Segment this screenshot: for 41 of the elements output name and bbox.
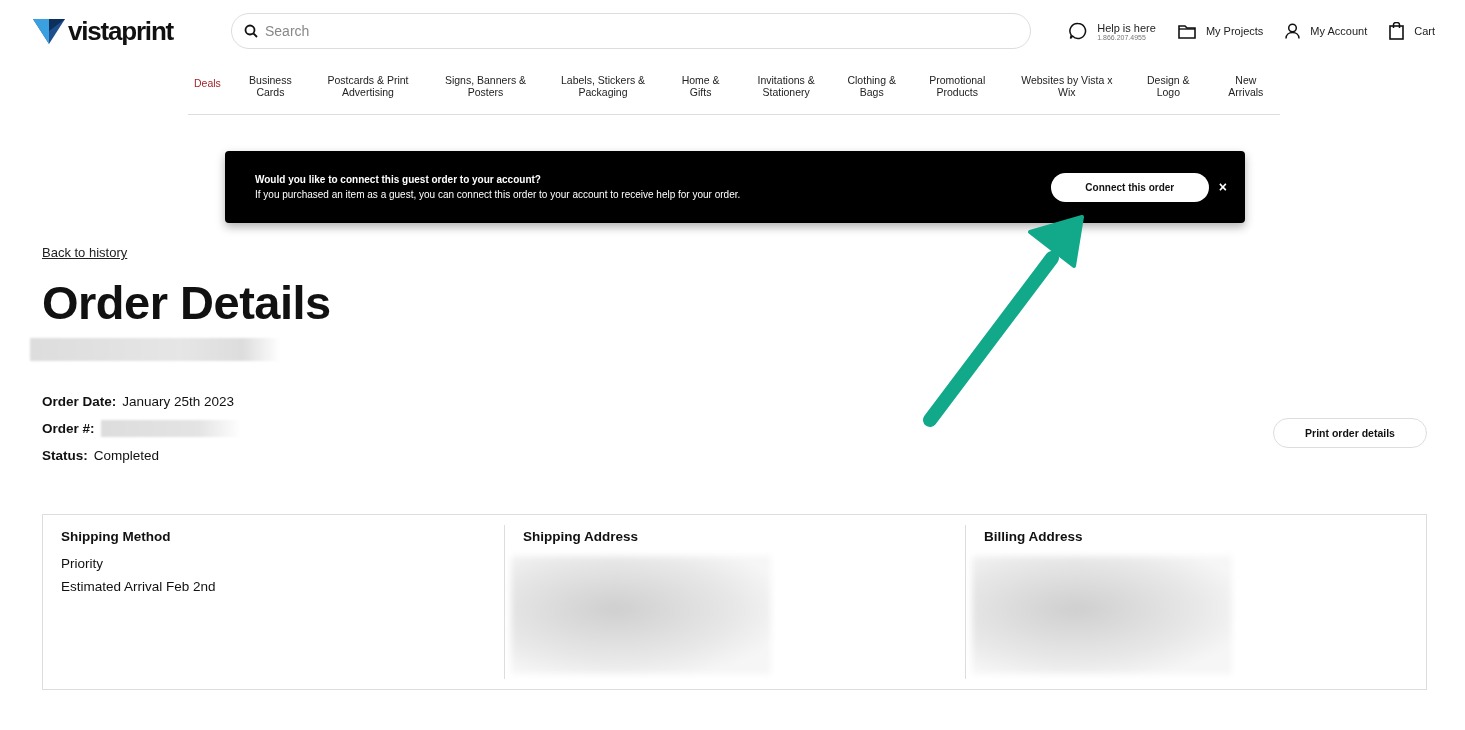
- nav-link[interactable]: Promotional Products: [921, 72, 994, 98]
- nav-link[interactable]: Clothing & Bags: [843, 72, 900, 98]
- folder-icon: [1177, 23, 1196, 39]
- help-link[interactable]: Help is here: [1097, 21, 1156, 34]
- nav-link[interactable]: Websites by Vista x Wix: [1014, 72, 1119, 98]
- section-text: Estimated Arrival Feb 2nd: [61, 579, 217, 594]
- connect-order-button[interactable]: Connect this order: [1050, 172, 1209, 202]
- nav-link[interactable]: Invitations & Stationery: [750, 72, 823, 98]
- section-title: Billing Address: [984, 529, 1084, 544]
- nav-link[interactable]: Signs, Banners & Posters: [437, 72, 534, 98]
- search-field[interactable]: Search: [231, 13, 1031, 49]
- section-text: Priority: [61, 556, 104, 571]
- logo-icon: [33, 17, 65, 45]
- account-link[interactable]: My Account: [1285, 23, 1368, 39]
- back-link[interactable]: Back to history: [42, 245, 128, 260]
- nav-link[interactable]: Home & Gifts: [672, 72, 729, 98]
- field-value: January 25th 2023: [122, 394, 235, 409]
- nav-link[interactable]: Postcards & Print Advertising: [319, 72, 416, 98]
- user-icon: [1285, 23, 1301, 39]
- search-icon: [244, 24, 258, 38]
- page-title: Order Details: [42, 275, 332, 330]
- field-label: Order Date:: [42, 394, 117, 409]
- close-button[interactable]: ×: [1218, 172, 1227, 202]
- nav-link[interactable]: Business Cards: [242, 72, 299, 98]
- logo[interactable]: vistaprint: [68, 15, 174, 47]
- projects-link[interactable]: My Projects: [1177, 23, 1264, 39]
- section-title: Shipping Address: [523, 529, 639, 544]
- field-value: Completed: [93, 448, 160, 463]
- cart-link[interactable]: Cart: [1389, 22, 1435, 40]
- nav-link[interactable]: New Arrivals: [1217, 72, 1274, 98]
- section-title: Shipping Method: [61, 529, 172, 544]
- field-label: Status:: [42, 448, 88, 463]
- print-button[interactable]: Print order details: [1273, 418, 1427, 448]
- help-chat-icon: [1069, 22, 1088, 40]
- banner-message: If you purchased an item as a guest, you can connect this order to your account to receive help for your order.: [255, 189, 742, 200]
- shopping-bag-icon: [1389, 22, 1405, 40]
- nav-link[interactable]: Design & Logo: [1140, 72, 1197, 98]
- banner-title: Would you like to connect this guest order to your account?: [255, 174, 542, 185]
- nav-link[interactable]: Labels, Stickers & Packaging: [555, 72, 652, 98]
- nav-link[interactable]: Deals: [194, 75, 221, 89]
- field-label: Order #:: [42, 421, 95, 436]
